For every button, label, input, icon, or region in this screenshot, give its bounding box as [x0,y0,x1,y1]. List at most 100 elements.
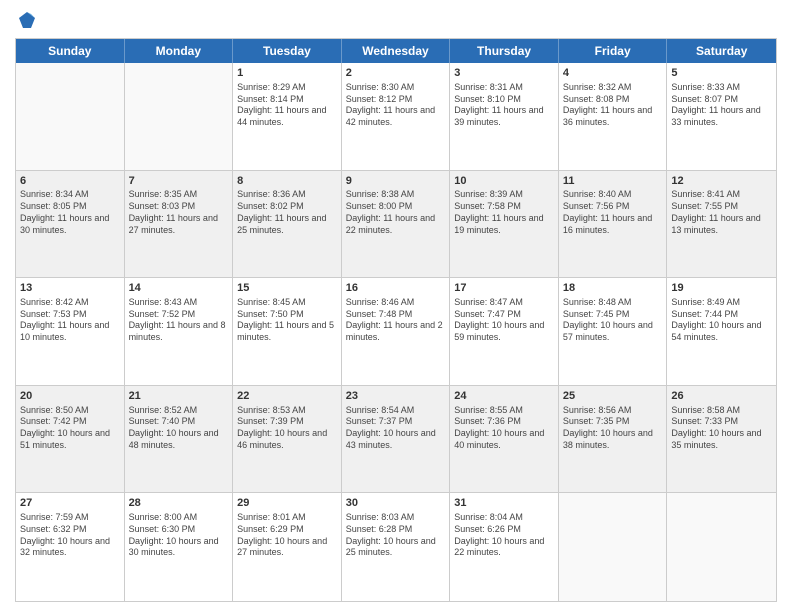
day-info: Sunrise: 8:58 AMSunset: 7:33 PMDaylight:… [671,405,772,452]
day-info: Sunrise: 8:43 AMSunset: 7:52 PMDaylight:… [129,297,229,344]
day-info: Sunrise: 7:59 AMSunset: 6:32 PMDaylight:… [20,512,120,559]
calendar-cell: 13Sunrise: 8:42 AMSunset: 7:53 PMDayligh… [16,278,125,385]
day-number: 26 [671,389,772,404]
calendar-cell: 31Sunrise: 8:04 AMSunset: 6:26 PMDayligh… [450,493,559,601]
day-number: 13 [20,281,120,296]
day-number: 11 [563,174,663,189]
calendar-cell: 26Sunrise: 8:58 AMSunset: 7:33 PMDayligh… [667,386,776,493]
calendar-cell: 9Sunrise: 8:38 AMSunset: 8:00 PMDaylight… [342,171,451,278]
calendar-cell: 10Sunrise: 8:39 AMSunset: 7:58 PMDayligh… [450,171,559,278]
day-number: 21 [129,389,229,404]
day-info: Sunrise: 8:32 AMSunset: 8:08 PMDaylight:… [563,82,663,129]
day-number: 6 [20,174,120,189]
day-info: Sunrise: 8:40 AMSunset: 7:56 PMDaylight:… [563,189,663,236]
day-number: 16 [346,281,446,296]
header [15,10,777,30]
logo-text [15,10,39,30]
week-row-4: 20Sunrise: 8:50 AMSunset: 7:42 PMDayligh… [16,386,776,494]
calendar-cell [125,63,234,170]
calendar-cell: 27Sunrise: 7:59 AMSunset: 6:32 PMDayligh… [16,493,125,601]
header-day-thursday: Thursday [450,39,559,63]
day-number: 28 [129,496,229,511]
day-number: 2 [346,66,446,81]
day-info: Sunrise: 8:53 AMSunset: 7:39 PMDaylight:… [237,405,337,452]
calendar-cell [16,63,125,170]
day-number: 7 [129,174,229,189]
week-row-1: 1Sunrise: 8:29 AMSunset: 8:14 PMDaylight… [16,63,776,171]
week-row-3: 13Sunrise: 8:42 AMSunset: 7:53 PMDayligh… [16,278,776,386]
day-info: Sunrise: 8:36 AMSunset: 8:02 PMDaylight:… [237,189,337,236]
day-info: Sunrise: 8:49 AMSunset: 7:44 PMDaylight:… [671,297,772,344]
day-info: Sunrise: 8:42 AMSunset: 7:53 PMDaylight:… [20,297,120,344]
day-info: Sunrise: 8:50 AMSunset: 7:42 PMDaylight:… [20,405,120,452]
day-number: 31 [454,496,554,511]
header-day-sunday: Sunday [16,39,125,63]
day-number: 30 [346,496,446,511]
day-number: 15 [237,281,337,296]
calendar-cell: 24Sunrise: 8:55 AMSunset: 7:36 PMDayligh… [450,386,559,493]
header-day-monday: Monday [125,39,234,63]
day-number: 29 [237,496,337,511]
day-info: Sunrise: 8:55 AMSunset: 7:36 PMDaylight:… [454,405,554,452]
day-info: Sunrise: 8:39 AMSunset: 7:58 PMDaylight:… [454,189,554,236]
day-info: Sunrise: 8:41 AMSunset: 7:55 PMDaylight:… [671,189,772,236]
logo-icon [17,10,37,30]
day-info: Sunrise: 8:04 AMSunset: 6:26 PMDaylight:… [454,512,554,559]
header-day-friday: Friday [559,39,668,63]
calendar-cell: 25Sunrise: 8:56 AMSunset: 7:35 PMDayligh… [559,386,668,493]
calendar-cell: 22Sunrise: 8:53 AMSunset: 7:39 PMDayligh… [233,386,342,493]
day-number: 8 [237,174,337,189]
week-row-2: 6Sunrise: 8:34 AMSunset: 8:05 PMDaylight… [16,171,776,279]
day-number: 18 [563,281,663,296]
calendar-cell: 14Sunrise: 8:43 AMSunset: 7:52 PMDayligh… [125,278,234,385]
calendar-cell: 15Sunrise: 8:45 AMSunset: 7:50 PMDayligh… [233,278,342,385]
day-number: 5 [671,66,772,81]
calendar: SundayMondayTuesdayWednesdayThursdayFrid… [15,38,777,602]
calendar-cell [667,493,776,601]
page: SundayMondayTuesdayWednesdayThursdayFrid… [0,0,792,612]
calendar-cell: 1Sunrise: 8:29 AMSunset: 8:14 PMDaylight… [233,63,342,170]
calendar-cell: 5Sunrise: 8:33 AMSunset: 8:07 PMDaylight… [667,63,776,170]
calendar-header: SundayMondayTuesdayWednesdayThursdayFrid… [16,39,776,63]
day-number: 3 [454,66,554,81]
day-info: Sunrise: 8:33 AMSunset: 8:07 PMDaylight:… [671,82,772,129]
calendar-cell: 12Sunrise: 8:41 AMSunset: 7:55 PMDayligh… [667,171,776,278]
day-info: Sunrise: 8:52 AMSunset: 7:40 PMDaylight:… [129,405,229,452]
calendar-cell: 21Sunrise: 8:52 AMSunset: 7:40 PMDayligh… [125,386,234,493]
calendar-cell: 20Sunrise: 8:50 AMSunset: 7:42 PMDayligh… [16,386,125,493]
day-number: 4 [563,66,663,81]
calendar-cell: 18Sunrise: 8:48 AMSunset: 7:45 PMDayligh… [559,278,668,385]
day-info: Sunrise: 8:01 AMSunset: 6:29 PMDaylight:… [237,512,337,559]
day-number: 17 [454,281,554,296]
day-number: 1 [237,66,337,81]
day-info: Sunrise: 8:38 AMSunset: 8:00 PMDaylight:… [346,189,446,236]
day-info: Sunrise: 8:48 AMSunset: 7:45 PMDaylight:… [563,297,663,344]
calendar-cell: 30Sunrise: 8:03 AMSunset: 6:28 PMDayligh… [342,493,451,601]
week-row-5: 27Sunrise: 7:59 AMSunset: 6:32 PMDayligh… [16,493,776,601]
day-info: Sunrise: 8:03 AMSunset: 6:28 PMDaylight:… [346,512,446,559]
day-number: 9 [346,174,446,189]
calendar-cell: 8Sunrise: 8:36 AMSunset: 8:02 PMDaylight… [233,171,342,278]
calendar-cell: 7Sunrise: 8:35 AMSunset: 8:03 PMDaylight… [125,171,234,278]
day-info: Sunrise: 8:29 AMSunset: 8:14 PMDaylight:… [237,82,337,129]
day-number: 20 [20,389,120,404]
calendar-cell: 23Sunrise: 8:54 AMSunset: 7:37 PMDayligh… [342,386,451,493]
day-info: Sunrise: 8:00 AMSunset: 6:30 PMDaylight:… [129,512,229,559]
day-info: Sunrise: 8:46 AMSunset: 7:48 PMDaylight:… [346,297,446,344]
calendar-cell: 4Sunrise: 8:32 AMSunset: 8:08 PMDaylight… [559,63,668,170]
day-info: Sunrise: 8:56 AMSunset: 7:35 PMDaylight:… [563,405,663,452]
logo [15,10,39,30]
calendar-cell: 2Sunrise: 8:30 AMSunset: 8:12 PMDaylight… [342,63,451,170]
calendar-body: 1Sunrise: 8:29 AMSunset: 8:14 PMDaylight… [16,63,776,601]
day-number: 12 [671,174,772,189]
day-number: 14 [129,281,229,296]
day-number: 19 [671,281,772,296]
day-info: Sunrise: 8:45 AMSunset: 7:50 PMDaylight:… [237,297,337,344]
day-number: 22 [237,389,337,404]
day-info: Sunrise: 8:35 AMSunset: 8:03 PMDaylight:… [129,189,229,236]
calendar-cell: 16Sunrise: 8:46 AMSunset: 7:48 PMDayligh… [342,278,451,385]
day-info: Sunrise: 8:31 AMSunset: 8:10 PMDaylight:… [454,82,554,129]
header-day-saturday: Saturday [667,39,776,63]
calendar-cell: 17Sunrise: 8:47 AMSunset: 7:47 PMDayligh… [450,278,559,385]
calendar-cell: 29Sunrise: 8:01 AMSunset: 6:29 PMDayligh… [233,493,342,601]
